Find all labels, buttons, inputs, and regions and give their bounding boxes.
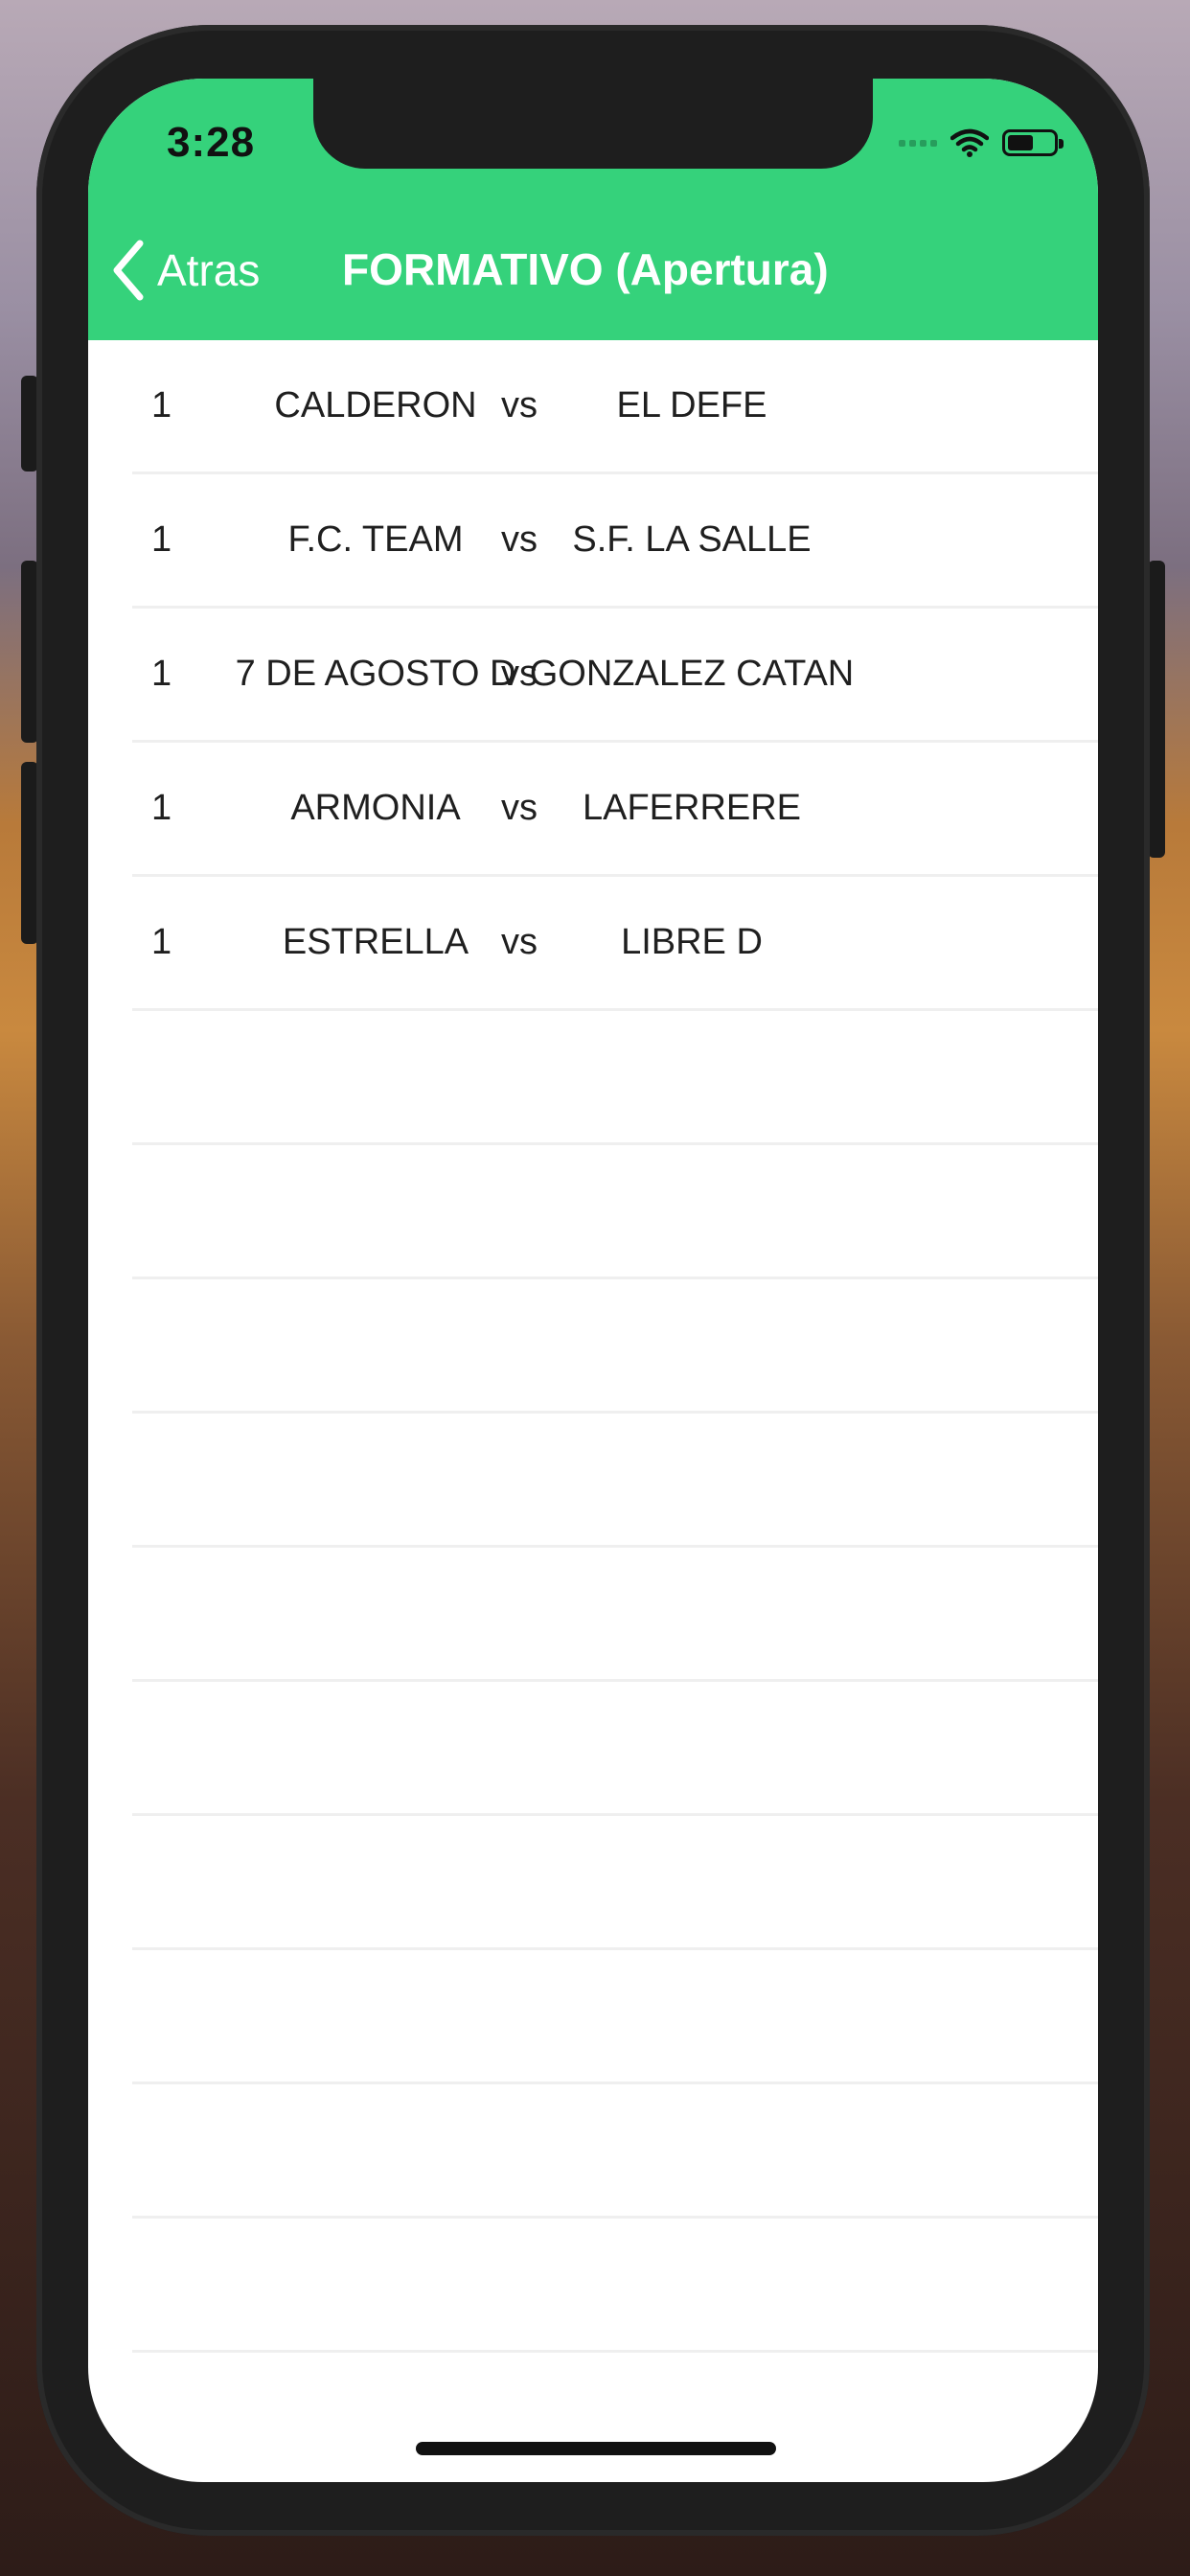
match-away-team: GONZALEZ CATAN [529,654,855,694]
match-row[interactable]: 1 F.C. TEAM vs S.F. LA SALLE [88,474,1098,609]
empty-row [88,1414,1098,1548]
power-button [1148,561,1165,858]
match-round: 1 [151,654,172,694]
app-screen: 3:28 Atras FORMATIVO (Apertura) 1 CALDER… [88,79,1098,2482]
match-row[interactable]: 1 ARMONIA vs LAFERRERE [88,743,1098,877]
match-home-team: ARMONIA [290,788,461,828]
match-home-team: 7 DE AGOSTO D [235,654,516,694]
back-label: Atras [157,245,261,295]
empty-row [88,2219,1098,2353]
back-button[interactable]: Atras [109,240,260,301]
match-away-team: EL DEFE [616,385,767,426]
cellular-signal-icon [899,139,937,147]
match-away-team: S.F. LA SALLE [572,519,812,560]
empty-row [88,1279,1098,1414]
page-title: FORMATIVO (Apertura) [342,244,829,294]
match-round: 1 [151,922,172,962]
empty-row [88,1682,1098,1816]
empty-row [88,1548,1098,1682]
match-home-team: ESTRELLA [282,922,469,962]
wifi-icon [950,128,989,157]
battery-icon [1002,129,1064,156]
match-row[interactable]: 1 CALDERON vs EL DEFE [88,340,1098,474]
match-away-team: LAFERRERE [582,788,802,828]
match-away-team: LIBRE D [621,922,763,962]
home-indicator[interactable] [416,2442,776,2455]
match-row[interactable]: 1 7 DE AGOSTO D vs GONZALEZ CATAN [88,609,1098,743]
match-round: 1 [151,788,172,828]
chevron-left-icon [113,240,144,301]
notch [313,79,873,169]
empty-row [88,1011,1098,1145]
matches-list[interactable]: 1 CALDERON vs EL DEFE 1 F.C. TEAM vs S.F… [88,340,1098,2482]
match-home-team: CALDERON [274,385,477,426]
match-home-team: F.C. TEAM [287,519,464,560]
nav-header: 3:28 Atras FORMATIVO (Apertura) [88,79,1098,340]
match-round: 1 [151,385,172,426]
status-time: 3:28 [167,119,256,166]
empty-row [88,2353,1098,2482]
match-row[interactable]: 1 ESTRELLA vs LIBRE D [88,877,1098,1011]
empty-row [88,1816,1098,1950]
empty-row [88,1950,1098,2084]
empty-row [88,1145,1098,1279]
match-round: 1 [151,519,172,560]
status-indicators [899,128,1064,157]
empty-row [88,2084,1098,2219]
